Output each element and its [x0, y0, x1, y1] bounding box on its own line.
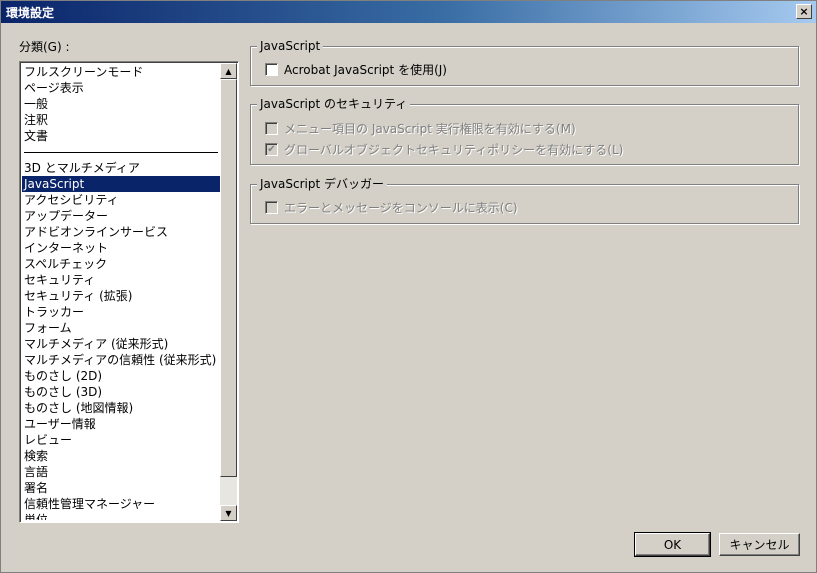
category-item[interactable]: セキュリティ (拡張)	[22, 288, 220, 304]
check-icon: ✔	[267, 143, 276, 155]
scroll-up-button[interactable]: ▲	[220, 63, 237, 79]
global-object-policy-label: グローバルオブジェクトセキュリティポリシーを有効にする(L)	[284, 143, 624, 157]
category-item[interactable]: マルチメディアの信頼性 (従来形式)	[22, 352, 220, 368]
debugger-group-title: JavaScript デバッガー	[257, 177, 387, 191]
console-output-label: エラーとメッセージをコンソールに表示(C)	[284, 201, 518, 215]
category-item[interactable]: 信頼性管理マネージャー	[22, 496, 220, 512]
title-bar: 環境設定 ×	[1, 1, 816, 23]
enable-javascript-option[interactable]: Acrobat JavaScript を使用(J)	[265, 61, 447, 78]
category-item[interactable]: ページ表示	[22, 80, 220, 96]
category-item[interactable]: JavaScript	[22, 176, 220, 192]
close-button[interactable]: ×	[796, 4, 812, 19]
category-item[interactable]: ユーザー情報	[22, 416, 220, 432]
category-item[interactable]: ものさし (地図情報)	[22, 400, 220, 416]
category-item[interactable]: 署名	[22, 480, 220, 496]
category-item[interactable]: ものさし (3D)	[22, 384, 220, 400]
javascript-security-group: JavaScript のセキュリティ メニュー項目の JavaScript 実行…	[250, 97, 799, 165]
category-item[interactable]: インターネット	[22, 240, 220, 256]
arrow-up-icon: ▲	[225, 66, 232, 76]
menu-privileges-label: メニュー項目の JavaScript 実行権限を有効にする(M)	[284, 122, 576, 136]
global-object-policy-option[interactable]: ✔ グローバルオブジェクトセキュリティポリシーを有効にする(L)	[265, 141, 623, 158]
category-item[interactable]: アクセシビリティ	[22, 192, 220, 208]
category-item[interactable]: 文書	[22, 128, 220, 144]
enable-javascript-label: Acrobat JavaScript を使用(J)	[284, 63, 447, 77]
category-item[interactable]: マルチメディア (従来形式)	[22, 336, 220, 352]
global-object-policy-checkbox[interactable]: ✔	[265, 143, 278, 156]
scroll-thumb[interactable]	[220, 79, 237, 477]
category-item[interactable]: ものさし (2D)	[22, 368, 220, 384]
category-item[interactable]: フルスクリーンモード	[22, 64, 220, 80]
category-item[interactable]: 検索	[22, 448, 220, 464]
console-output-option[interactable]: エラーとメッセージをコンソールに表示(C)	[265, 199, 518, 216]
enable-javascript-checkbox[interactable]	[265, 63, 278, 76]
categories-label: 分類(G) :	[19, 40, 70, 54]
category-item[interactable]: アドビオンラインサービス	[22, 224, 220, 240]
menu-privileges-checkbox[interactable]	[265, 122, 278, 135]
category-item[interactable]: トラッカー	[22, 304, 220, 320]
arrow-down-icon: ▼	[225, 508, 232, 518]
preferences-dialog: 環境設定 × 分類(G) : フルスクリーンモード ページ表示 一般 注釈 文書 3D と…	[0, 0, 817, 573]
javascript-group: JavaScript Acrobat JavaScript を使用(J)	[250, 39, 799, 86]
console-output-checkbox[interactable]	[265, 201, 278, 214]
javascript-group-title: JavaScript	[257, 39, 324, 53]
category-item[interactable]: 単位	[22, 512, 220, 520]
scroll-down-button[interactable]: ▼	[220, 505, 237, 521]
category-item[interactable]: 3D とマルチメディア	[22, 160, 220, 176]
window-title: 環境設定	[6, 5, 55, 20]
category-item[interactable]: アップデーター	[22, 208, 220, 224]
security-group-title: JavaScript のセキュリティ	[257, 97, 411, 111]
category-item[interactable]: 一般	[22, 96, 220, 112]
cancel-button[interactable]: キャンセル	[719, 533, 800, 556]
category-item[interactable]: フォーム	[22, 320, 220, 336]
category-item[interactable]: スペルチェック	[22, 256, 220, 272]
list-separator	[24, 152, 218, 153]
category-item[interactable]: 注釈	[22, 112, 220, 128]
category-item[interactable]: セキュリティ	[22, 272, 220, 288]
categories-listbox[interactable]: フルスクリーンモード ページ表示 一般 注釈 文書 3D とマルチメディア JavaScri…	[19, 61, 239, 523]
categories-list: フルスクリーンモード ページ表示 一般 注釈 文書 3D とマルチメディア JavaScri…	[22, 64, 220, 520]
list-scrollbar[interactable]: ▲ ▼	[220, 63, 237, 521]
menu-privileges-option[interactable]: メニュー項目の JavaScript 実行権限を有効にする(M)	[265, 120, 576, 137]
ok-button[interactable]: OK	[634, 532, 711, 557]
close-icon: ×	[799, 5, 809, 18]
javascript-debugger-group: JavaScript デバッガー エラーとメッセージをコンソールに表示(C)	[250, 177, 799, 224]
category-item[interactable]: 言語	[22, 464, 220, 480]
category-item[interactable]: レビュー	[22, 432, 220, 448]
